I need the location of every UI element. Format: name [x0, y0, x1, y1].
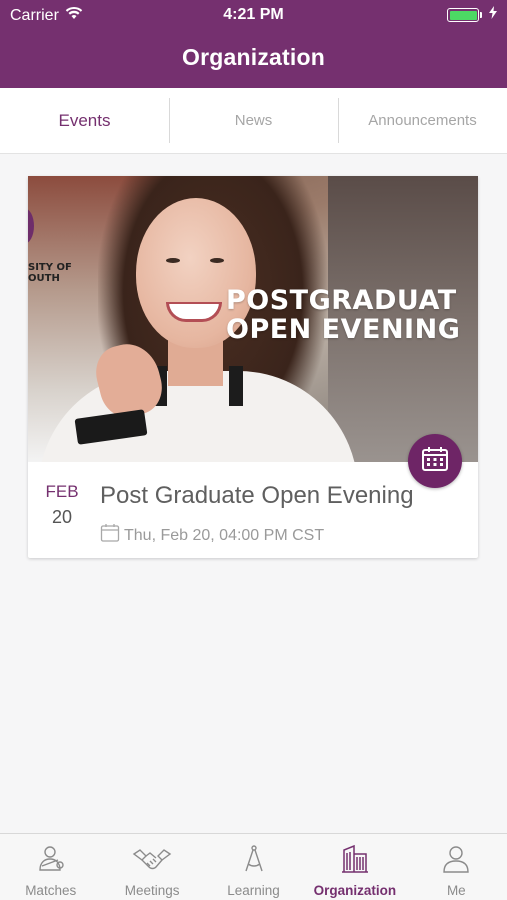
tab-news[interactable]: News	[169, 88, 338, 153]
event-date: FEB 20	[42, 482, 82, 528]
nav-learning-label: Learning	[227, 883, 280, 898]
nav-meetings-label: Meetings	[124, 883, 180, 898]
nav-meetings[interactable]: Meetings	[101, 834, 202, 900]
event-image: SITY OF OUTH POSTGRADUAT OPEN EVENING	[28, 176, 478, 462]
handshake-icon	[132, 844, 172, 883]
image-banner-text: POSTGRADUAT OPEN EVENING	[226, 285, 461, 345]
event-datetime: Thu, Feb 20, 04:00 PM CST	[100, 523, 324, 548]
bottom-nav: Matches Meetings Learning Organization M…	[0, 833, 507, 900]
tab-events[interactable]: Events	[0, 88, 169, 153]
nav-learning[interactable]: Learning	[203, 834, 304, 900]
event-card[interactable]: SITY OF OUTH POSTGRADUAT OPEN EVENING FE…	[28, 176, 478, 558]
building-icon	[341, 844, 369, 883]
add-to-calendar-button[interactable]	[408, 434, 462, 488]
nav-matches-label: Matches	[25, 883, 77, 898]
university-logo-text: SITY OF OUTH	[28, 262, 72, 284]
calendar-small-icon	[100, 523, 120, 548]
event-title[interactable]: Post Graduate Open Evening	[100, 482, 414, 510]
status-right	[447, 6, 497, 24]
matches-icon	[36, 844, 66, 883]
nav-organization-label: Organization	[313, 883, 397, 898]
charging-icon	[489, 6, 497, 24]
status-bar: Carrier 4:21 PM	[0, 0, 507, 30]
battery-icon	[447, 8, 482, 22]
app-header: Carrier 4:21 PM Organization	[0, 0, 507, 88]
event-datetime-text: Thu, Feb 20, 04:00 PM CST	[124, 526, 325, 544]
tab-announcements[interactable]: Announcements	[338, 88, 507, 153]
page-title: Organization	[182, 44, 325, 70]
nav-me[interactable]: Me	[406, 834, 507, 900]
event-month: FEB	[45, 482, 79, 501]
compass-icon	[242, 844, 266, 883]
event-day: 20	[51, 507, 73, 527]
nav-matches[interactable]: Matches	[0, 834, 101, 900]
nav-organization[interactable]: Organization	[304, 834, 405, 900]
nav-me-label: Me	[446, 883, 466, 898]
calendar-icon	[421, 445, 449, 478]
person-icon	[441, 844, 471, 883]
section-tabs: Events News Announcements	[0, 88, 507, 154]
status-time: 4:21 PM	[223, 6, 284, 23]
